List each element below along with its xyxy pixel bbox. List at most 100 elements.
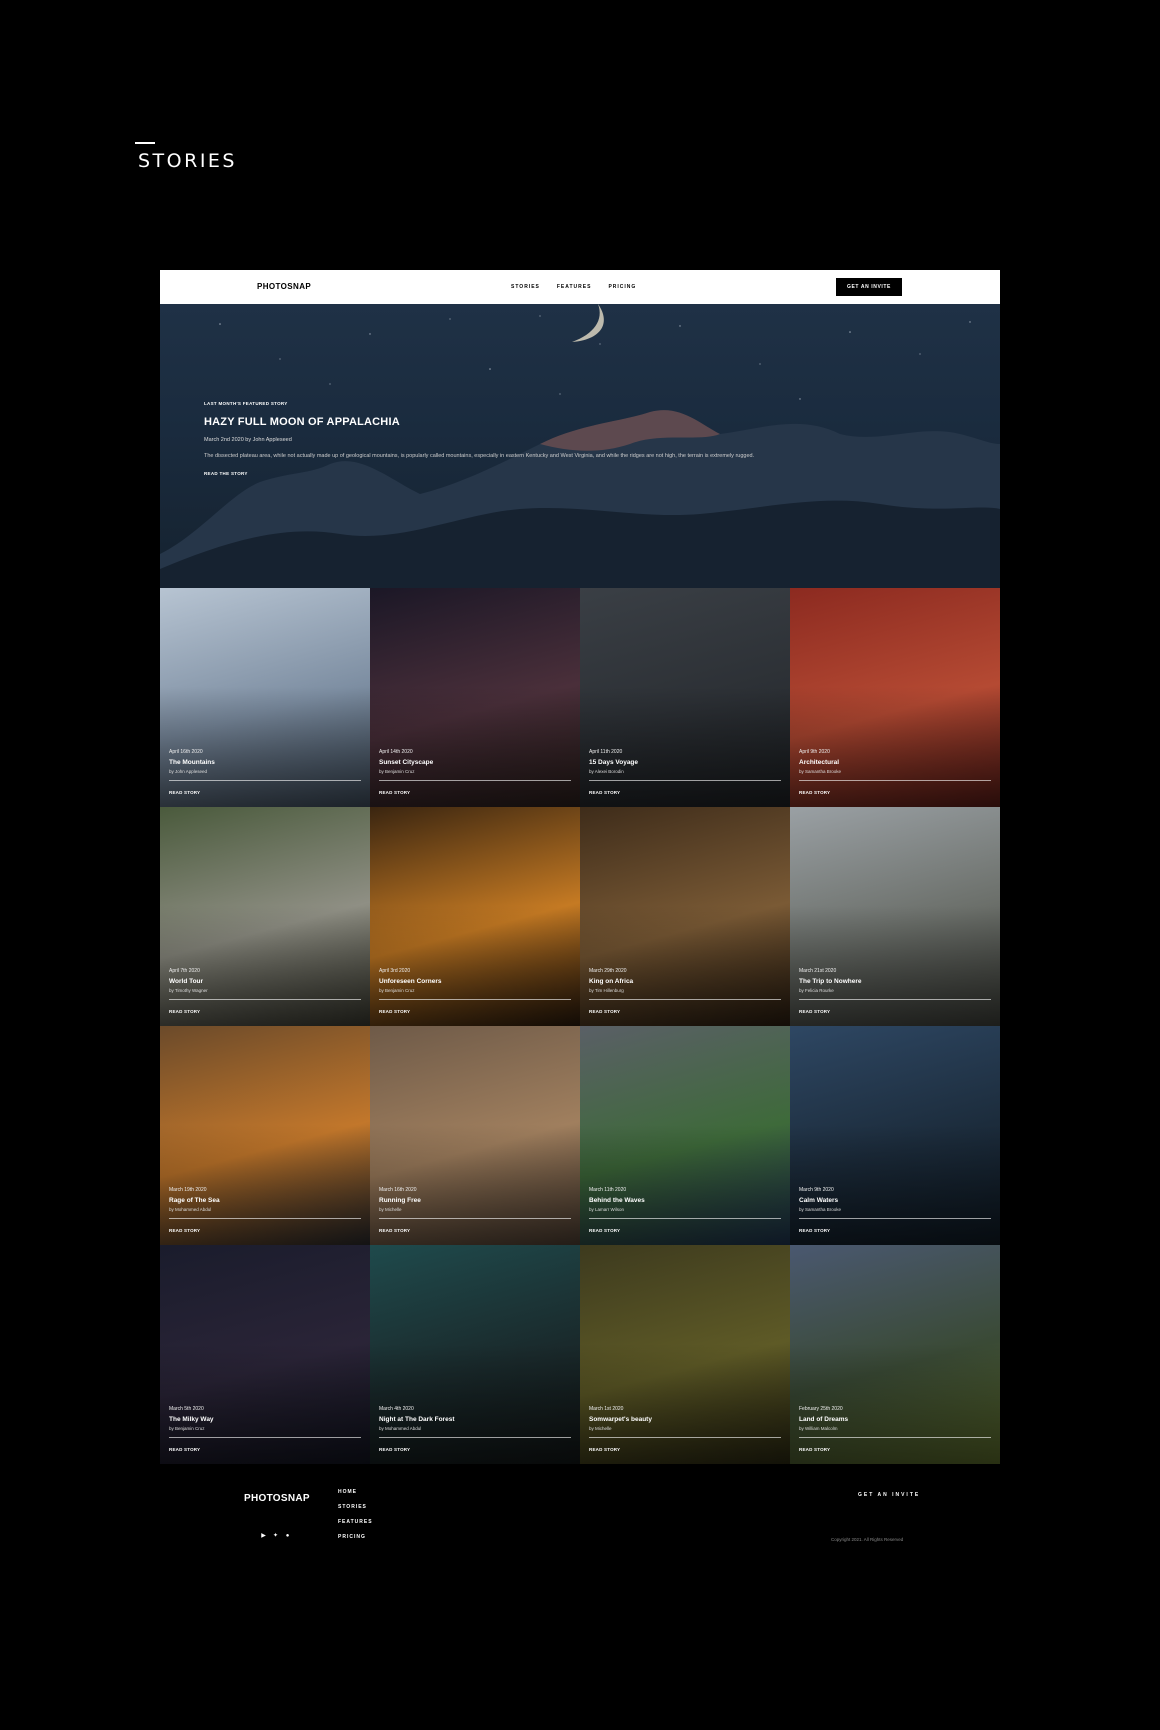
- card-date: March 16th 2020: [379, 1187, 417, 1193]
- story-card[interactable]: April 9th 2020 Architectural by Samantha…: [790, 588, 1000, 807]
- story-card[interactable]: March 4th 2020 Night at The Dark Forest …: [370, 1245, 580, 1464]
- nav-link-features[interactable]: FEATURES: [557, 284, 592, 290]
- site-header: PHOTOSNAP STORIES FEATURES PRICING GET A…: [160, 270, 1000, 304]
- twitter-icon[interactable]: ✦: [272, 1532, 279, 1539]
- read-story-link[interactable]: READ STORY: [589, 790, 781, 795]
- card-author: by Lamarr Wilson: [589, 1207, 625, 1212]
- card-author: by Benjamin Cruz: [379, 988, 415, 993]
- card-author: by Michelle: [379, 1207, 402, 1212]
- card-info: March 29th 2020 King on Africa by Tim Hi…: [589, 968, 781, 1014]
- card-divider: [799, 780, 991, 781]
- card-date: February 25th 2020: [799, 1406, 843, 1412]
- card-info: April 16th 2020 The Mountains by John Ap…: [169, 749, 361, 795]
- card-divider: [799, 1437, 991, 1438]
- card-date: April 9th 2020: [799, 749, 830, 755]
- card-title: Sunset Cityscape: [379, 759, 434, 766]
- page-title: STORIES: [138, 150, 237, 172]
- story-card[interactable]: April 7th 2020 World Tour by Timothy Wag…: [160, 807, 370, 1026]
- card-title: Somwarpet's beauty: [589, 1416, 652, 1423]
- card-divider: [589, 999, 781, 1000]
- read-story-link[interactable]: READ STORY: [799, 790, 991, 795]
- card-author: by Felicia Rourke: [799, 988, 834, 993]
- story-card[interactable]: March 5th 2020 The Milky Way by Benjamin…: [160, 1245, 370, 1464]
- hero-description: The dissected plateau area, while not ac…: [204, 453, 755, 459]
- card-divider: [799, 1218, 991, 1219]
- read-the-story-link[interactable]: READ THE STORY: [204, 471, 824, 476]
- read-story-link[interactable]: READ STORY: [169, 790, 361, 795]
- card-title: World Tour: [169, 978, 204, 985]
- card-info: April 3rd 2020 Unforeseen Corners by Ben…: [379, 968, 571, 1014]
- card-divider: [589, 1218, 781, 1219]
- story-card[interactable]: March 19th 2020 Rage of The Sea by Moham…: [160, 1026, 370, 1245]
- read-story-link[interactable]: READ STORY: [379, 1228, 571, 1233]
- card-author: by Timothy Wagner: [169, 988, 208, 993]
- card-author: by Michelle: [589, 1426, 612, 1431]
- read-story-link[interactable]: READ STORY: [169, 1228, 361, 1233]
- story-card[interactable]: March 9th 2020 Calm Waters by Samantha B…: [790, 1026, 1000, 1245]
- card-date: March 19th 2020: [169, 1187, 207, 1193]
- card-author: by Samantha Brooke: [799, 769, 842, 774]
- card-date: March 21st 2020: [799, 968, 837, 974]
- card-info: March 4th 2020 Night at The Dark Forest …: [379, 1406, 571, 1452]
- story-card[interactable]: April 14th 2020 Sunset Cityscape by Benj…: [370, 588, 580, 807]
- read-story-link[interactable]: READ STORY: [379, 790, 571, 795]
- story-card[interactable]: March 1st 2020 Somwarpet's beauty by Mic…: [580, 1245, 790, 1464]
- card-info: March 9th 2020 Calm Waters by Samantha B…: [799, 1187, 991, 1233]
- read-story-link[interactable]: READ STORY: [169, 1009, 361, 1014]
- card-title: The Mountains: [169, 759, 215, 766]
- hero-title: HAZY FULL MOON OF APPALACHIA: [204, 416, 400, 428]
- read-story-link[interactable]: READ STORY: [799, 1228, 991, 1233]
- card-divider: [799, 999, 991, 1000]
- story-card[interactable]: April 16th 2020 The Mountains by John Ap…: [160, 588, 370, 807]
- header-logo[interactable]: PHOTOSNAP: [257, 282, 311, 291]
- card-date: April 14th 2020: [379, 749, 413, 755]
- featured-story-hero: LAST MONTH'S FEATURED STORY HAZY FULL MO…: [160, 304, 1000, 588]
- hero-kicker: LAST MONTH'S FEATURED STORY: [204, 401, 288, 406]
- read-story-link[interactable]: READ STORY: [589, 1447, 781, 1452]
- card-date: April 11th 2020: [589, 749, 623, 755]
- copyright-text: Copyright 2021. All Rights Reserved: [831, 1537, 904, 1542]
- story-card[interactable]: March 29th 2020 King on Africa by Tim Hi…: [580, 807, 790, 1026]
- read-story-link[interactable]: READ STORY: [799, 1447, 991, 1452]
- story-card[interactable]: March 21st 2020 The Trip to Nowhere by F…: [790, 807, 1000, 1026]
- card-title: Running Free: [379, 1197, 421, 1204]
- hero-content: LAST MONTH'S FEATURED STORY HAZY FULL MO…: [204, 401, 824, 476]
- footer-link-stories[interactable]: STORIES: [338, 1504, 373, 1510]
- youtube-icon[interactable]: ▶: [260, 1532, 267, 1539]
- pinterest-icon[interactable]: ●: [284, 1532, 291, 1539]
- card-author: by Alexei Borodin: [589, 769, 624, 774]
- story-card[interactable]: April 11th 2020 15 Days Voyage by Alexei…: [580, 588, 790, 807]
- read-story-link[interactable]: READ STORY: [589, 1009, 781, 1014]
- read-story-link[interactable]: READ STORY: [799, 1009, 991, 1014]
- footer-link-home[interactable]: HOME: [338, 1489, 373, 1495]
- read-story-link[interactable]: READ STORY: [379, 1447, 571, 1452]
- footer-link-pricing[interactable]: PRICING: [338, 1534, 373, 1540]
- title-accent-line: [135, 142, 155, 144]
- story-card[interactable]: March 11th 2020 Behind the Waves by Lama…: [580, 1026, 790, 1245]
- card-date: April 7th 2020: [169, 968, 200, 974]
- card-date: March 1st 2020: [589, 1406, 624, 1412]
- story-card[interactable]: April 3rd 2020 Unforeseen Corners by Ben…: [370, 807, 580, 1026]
- nav-link-pricing[interactable]: PRICING: [608, 284, 636, 290]
- read-story-link[interactable]: READ STORY: [589, 1228, 781, 1233]
- card-author: by Samantha Brooke: [799, 1207, 842, 1212]
- card-info: April 9th 2020 Architectural by Samantha…: [799, 749, 991, 795]
- card-date: March 4th 2020: [379, 1406, 414, 1412]
- story-card[interactable]: March 16th 2020 Running Free by Michelle…: [370, 1026, 580, 1245]
- story-card[interactable]: February 25th 2020 Land of Dreams by Wil…: [790, 1245, 1000, 1464]
- card-title: Calm Waters: [799, 1197, 839, 1204]
- footer-link-features[interactable]: FEATURES: [338, 1519, 373, 1525]
- site-footer: PHOTOSNAP ▶ ✦ ● HOME STORIES FEATURES PR…: [160, 1464, 1000, 1548]
- card-divider: [379, 1437, 571, 1438]
- card-divider: [169, 1218, 361, 1219]
- read-story-link[interactable]: READ STORY: [169, 1447, 361, 1452]
- card-info: March 21st 2020 The Trip to Nowhere by F…: [799, 968, 991, 1014]
- card-info: March 19th 2020 Rage of The Sea by Moham…: [169, 1187, 361, 1233]
- get-invite-button[interactable]: GET AN INVITE: [836, 278, 902, 296]
- card-author: by Mohammed Abdul: [379, 1426, 422, 1431]
- footer-logo[interactable]: PHOTOSNAP: [244, 1493, 310, 1504]
- nav-link-stories[interactable]: STORIES: [511, 284, 540, 290]
- footer-get-invite-link[interactable]: GET AN INVITE: [858, 1492, 920, 1498]
- read-story-link[interactable]: READ STORY: [379, 1009, 571, 1014]
- hero-meta: March 2nd 2020 by John Appleseed: [204, 437, 292, 443]
